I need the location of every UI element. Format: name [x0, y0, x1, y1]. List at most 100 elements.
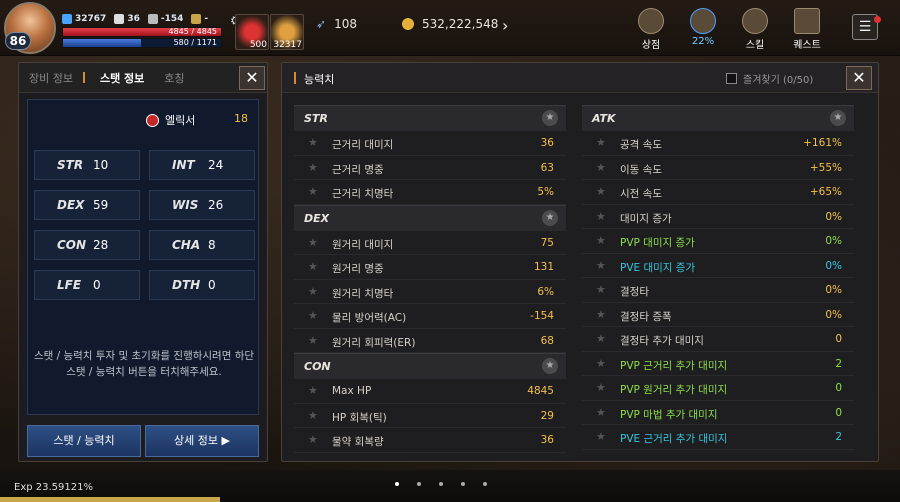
star-icon[interactable]: ★	[596, 161, 606, 174]
star-icon[interactable]: ★	[308, 136, 318, 149]
ability-name: 이동 속도	[620, 163, 662, 176]
ability-row[interactable]: ★ 원거리 치명타 6%	[294, 280, 566, 304]
ability-row[interactable]: ★ PVP 근거리 추가 대미지 2	[582, 352, 854, 376]
favorite-star-icon[interactable]: ★	[542, 110, 558, 126]
favorite-star-icon[interactable]: ★	[830, 110, 846, 126]
star-icon[interactable]: ★	[308, 334, 318, 347]
stat-str: STR 10	[34, 150, 140, 180]
star-icon[interactable]: ★	[596, 259, 606, 272]
ability-row[interactable]: ★ PVP 마법 추가 대미지 0	[582, 401, 854, 425]
ability-row[interactable]: ★ 물약 회복량 36	[294, 428, 566, 453]
ability-row[interactable]: ★ 공격 속도 +161%	[582, 131, 854, 156]
detail-info-button[interactable]: 상세 정보 ▶	[145, 425, 259, 457]
ability-value: 36	[540, 137, 554, 149]
page-dot	[417, 482, 421, 486]
close-button[interactable]: ✕	[846, 66, 872, 90]
gold-counter: 532,222,548	[402, 17, 498, 31]
star-icon[interactable]: ★	[308, 161, 318, 174]
star-icon[interactable]: ★	[308, 309, 318, 322]
close-button[interactable]: ✕	[239, 66, 265, 90]
page-indicator	[395, 482, 487, 486]
ability-row[interactable]: ★ 근거리 대미지 36	[294, 131, 566, 156]
star-icon[interactable]: ★	[596, 332, 606, 345]
ability-row[interactable]: ★ 시전 속도 +65%	[582, 180, 854, 205]
star-icon[interactable]: ★	[308, 384, 318, 397]
star-icon[interactable]: ★	[308, 236, 318, 249]
chevron-right-icon[interactable]: ›	[502, 16, 508, 35]
ability-value: 131	[533, 261, 554, 273]
ability-name: PVP 대미지 증가	[620, 237, 695, 249]
tab-stats[interactable]: 스탯 정보	[90, 70, 154, 86]
star-icon[interactable]: ★	[596, 210, 606, 223]
ability-value: 0%	[825, 259, 842, 272]
ability-value: -154	[530, 310, 554, 322]
star-icon[interactable]: ★	[596, 185, 606, 198]
ability-row[interactable]: ★ PVE 근거리 추가 대미지 2	[582, 425, 854, 450]
star-icon[interactable]: ★	[596, 283, 606, 296]
star-icon[interactable]: ★	[308, 185, 318, 198]
star-icon[interactable]: ★	[596, 430, 606, 443]
ability-row[interactable]: ★ 이동 속도 +55%	[582, 156, 854, 180]
ability-row[interactable]: ★ 원거리 대미지 75	[294, 231, 566, 255]
star-icon[interactable]: ★	[596, 136, 606, 149]
star-icon[interactable]: ★	[596, 308, 606, 321]
favorite-star-icon[interactable]: ★	[542, 358, 558, 374]
ability-row[interactable]: ★ 대미지 증가 0%	[582, 205, 854, 229]
star-icon[interactable]: ★	[308, 409, 318, 422]
favorites-checkbox[interactable]	[726, 73, 737, 84]
ability-row[interactable]: ★ 물리 방어력(AC) -154	[294, 304, 566, 329]
ability-column-left[interactable]: STR ★ ★ 근거리 대미지 36 ★ 근거리 명중 63 ★ 근거리 치명타 5% DEX ★ ★ 원거…	[294, 105, 566, 455]
ability-row[interactable]: ★ 원거리 명중 131	[294, 255, 566, 280]
ability-value: 75	[540, 236, 554, 249]
ability-row[interactable]: ★ 근거리 치명타 5%	[294, 180, 566, 205]
ability-row[interactable]: ★ 결정타 추가 대미지 0	[582, 327, 854, 352]
menu-quest-progress[interactable]: 22%	[682, 8, 724, 47]
section-title: ATK	[592, 112, 616, 125]
section-header: CON ★	[294, 353, 566, 379]
ability-row[interactable]: ★ PVP 대미지 증가 0%	[582, 229, 854, 254]
ability-row[interactable]: ★ Max HP 4845	[294, 379, 566, 404]
star-icon[interactable]: ★	[308, 285, 318, 298]
ability-row[interactable]: ★ 결정타 증폭 0%	[582, 303, 854, 327]
star-icon[interactable]: ★	[596, 381, 606, 394]
tab-equipment[interactable]: 장비 정보	[19, 70, 83, 86]
ability-row[interactable]: ★ 원거리 회피력(ER) 68	[294, 329, 566, 353]
item-slot[interactable]: 32317	[270, 14, 304, 50]
mp-text: 580 / 1171	[173, 38, 217, 47]
ability-value: 29	[540, 409, 554, 422]
ability-value: 36	[540, 434, 554, 446]
star-icon[interactable]: ★	[596, 406, 606, 419]
star-icon[interactable]: ★	[308, 260, 318, 273]
ability-row[interactable]: ★ 결정타 0%	[582, 278, 854, 303]
ability-row[interactable]: ★ HP 회복(틱) 29	[294, 404, 566, 428]
section-header: DEX ★	[294, 204, 566, 231]
ability-row[interactable]: ★ PVE 대미지 증가 0%	[582, 254, 854, 278]
stat-c: -	[191, 14, 208, 24]
stat-b: -154	[147, 14, 183, 24]
quest-progress-icon	[690, 8, 716, 34]
potion-slot[interactable]: 500	[235, 14, 269, 50]
menu-skill[interactable]: 스킬	[734, 8, 776, 51]
stat-dex: DEX 59	[34, 190, 140, 220]
tab-title[interactable]: 호칭	[154, 70, 194, 86]
menu-quest[interactable]: 퀘스트	[786, 8, 828, 51]
stats-ability-button[interactable]: 스탯 / 능력치	[27, 425, 141, 457]
ability-name: 시전 속도	[620, 188, 662, 200]
menu-shop[interactable]: 상점	[630, 8, 672, 51]
character-info-panel: 장비 정보 스탯 정보 호칭 ✕ 엘릭서 18 STR 10 INT 24 DEX 5…	[18, 62, 268, 462]
favorites-toggle[interactable]: 즐겨찾기 (0/50)	[726, 71, 813, 86]
ability-row[interactable]: ★ PVP 원거리 추가 대미지 0	[582, 376, 854, 401]
ability-name: 근거리 명중	[332, 163, 384, 176]
star-icon[interactable]: ★	[596, 234, 606, 247]
shop-icon	[638, 8, 664, 34]
ability-name: PVP 근거리 추가 대미지	[620, 359, 728, 372]
ability-row[interactable]: ★ 근거리 명중 63	[294, 156, 566, 180]
stat-box: 엘릭서 18 STR 10 INT 24 DEX 59 WIS 26 CON 28 CHA…	[27, 99, 259, 415]
star-icon[interactable]: ★	[308, 433, 318, 446]
star-icon[interactable]: ★	[596, 357, 606, 370]
ability-value: 6%	[537, 285, 554, 298]
ability-column-right[interactable]: ATK ★ ★ 공격 속도 +161% ★ 이동 속도 +55% ★ 시전 속도 +65% ★ 대미지 …	[582, 105, 854, 455]
ability-name: 결정타 증폭	[620, 310, 672, 323]
favorite-star-icon[interactable]: ★	[542, 209, 558, 226]
hud-stats: 32767 36 -154 -	[62, 14, 208, 24]
